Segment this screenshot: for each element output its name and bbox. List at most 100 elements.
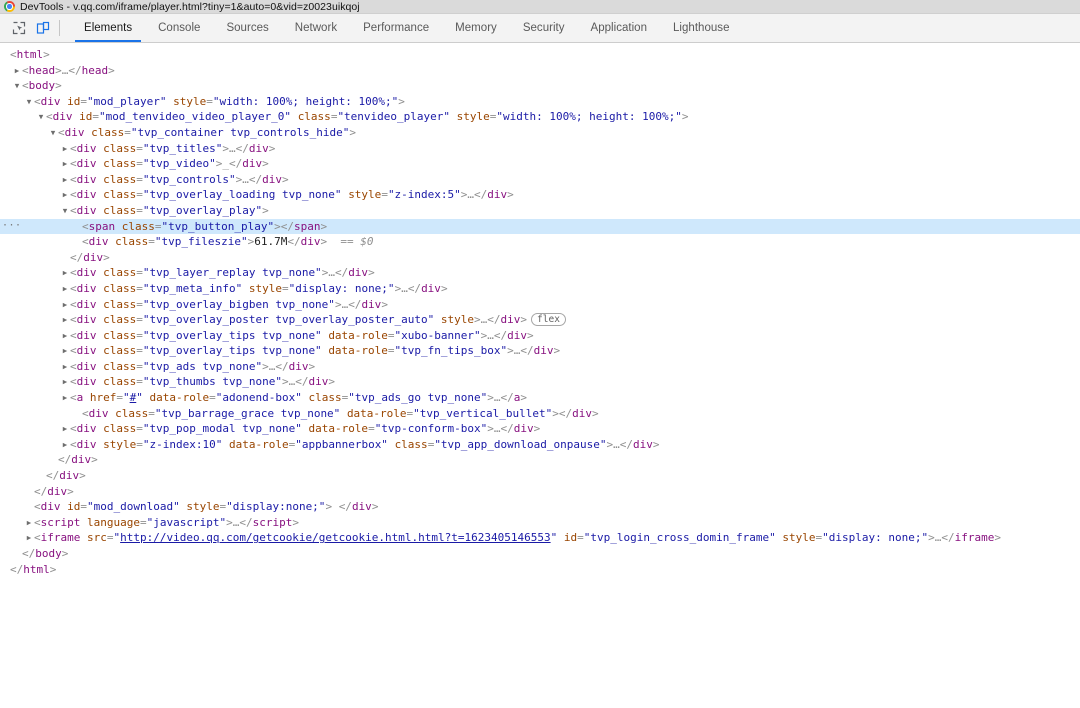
tab-security[interactable]: Security bbox=[510, 14, 578, 42]
chevron-right-icon[interactable]: ▶ bbox=[60, 374, 70, 390]
chevron-right-icon[interactable]: ▶ bbox=[60, 265, 70, 281]
dom-node-markup: <body> bbox=[22, 79, 62, 93]
chevron-right-icon[interactable]: ▶ bbox=[60, 359, 70, 375]
dom-node-row[interactable]: ▶ <div class="tvp_meta_info" style="displ… bbox=[0, 281, 1080, 297]
chevron-right-icon[interactable]: ▶ bbox=[60, 156, 70, 172]
dom-node-markup: <a href="#" data-role="adonend-box" clas… bbox=[70, 391, 528, 405]
chevron-right-icon[interactable]: ▶ bbox=[60, 172, 70, 188]
chevron-right-icon[interactable]: ▶ bbox=[60, 421, 70, 437]
chevron-right-icon[interactable]: ▶ bbox=[60, 343, 70, 359]
dom-node-row[interactable]: ▶ <div class="tvp_controls">…</div> bbox=[0, 172, 1080, 188]
window-title: DevTools - v.qq.com/iframe/player.html?t… bbox=[20, 0, 360, 13]
dom-node-row[interactable]: ▼ <div class="tvp_overlay_play"> bbox=[0, 203, 1080, 219]
chevron-right-icon[interactable]: ▶ bbox=[60, 297, 70, 313]
dom-node-markup: <script language="javascript">…</script> bbox=[34, 515, 299, 529]
dom-tree-panel[interactable]: <html> ▶ <head>…</head> ▼ <body> ▼ <div id="mo… bbox=[0, 43, 1080, 578]
tab-application[interactable]: Application bbox=[578, 14, 660, 42]
chevron-right-icon[interactable]: ▶ bbox=[60, 187, 70, 203]
dom-node-row[interactable]: <html> bbox=[0, 47, 1080, 63]
dom-node-markup: <div class="tvp_fileszie">61.7M</div> ==… bbox=[82, 235, 374, 249]
dom-node-markup: </html> bbox=[10, 562, 57, 576]
dom-node-row[interactable]: ▶ <div class="tvp_thumbs tvp_none">…</div… bbox=[0, 374, 1080, 390]
chrome-logo-icon bbox=[4, 1, 15, 12]
tab-sources[interactable]: Sources bbox=[213, 14, 281, 42]
dom-node-markup: <div class="tvp_pop_modal tvp_none" data… bbox=[70, 422, 541, 436]
devtools-toolbar: Elements Console Sources Network Performance… bbox=[0, 14, 1080, 43]
dom-node-row[interactable]: ▼ <body> bbox=[0, 78, 1080, 94]
dom-node-markup: <iframe src="http://video.qq.com/getcook… bbox=[34, 531, 1001, 545]
dom-node-row[interactable]: </div> bbox=[0, 250, 1080, 266]
dom-node-row[interactable]: ▶ <div class="tvp_overlay_bigben tvp_none… bbox=[0, 297, 1080, 313]
dom-node-row[interactable]: ▶ <div class="tvp_overlay_tips tvp_none" … bbox=[0, 343, 1080, 359]
dom-node-row[interactable]: ▶ <a href="#" data-role="adonend-box" cla… bbox=[0, 390, 1080, 406]
dom-node-row[interactable]: ▶ <div class="tvp_video">_</div> bbox=[0, 156, 1080, 172]
chevron-right-icon[interactable]: ▶ bbox=[12, 63, 22, 79]
chevron-down-icon[interactable]: ▼ bbox=[12, 78, 22, 94]
chevron-right-icon[interactable]: ▶ bbox=[24, 530, 34, 546]
dom-node-row[interactable]: <div id="mod_download" style="display:no… bbox=[0, 499, 1080, 515]
dom-node-markup: <div class="tvp_ads tvp_none">…</div> bbox=[70, 359, 316, 373]
dom-node-row[interactable]: </div> bbox=[0, 484, 1080, 500]
dom-node-markup: <div id="mod_player" style="width: 100%;… bbox=[34, 94, 405, 108]
chevron-right-icon[interactable]: ▶ bbox=[60, 141, 70, 157]
dom-node-row[interactable]: ▶ <div class="tvp_overlay_loading tvp_non… bbox=[0, 187, 1080, 203]
toolbar-buttons bbox=[0, 14, 71, 42]
dom-node-markup: <div class="tvp_overlay_tips tvp_none" d… bbox=[70, 344, 561, 358]
device-toolbar-icon[interactable] bbox=[32, 17, 54, 39]
toolbar-divider bbox=[59, 20, 60, 36]
chevron-down-icon[interactable]: ▼ bbox=[36, 109, 46, 125]
dom-node-row[interactable]: ▶ <div style="z-index:10" data-role="appb… bbox=[0, 437, 1080, 453]
dom-node-markup: <div style="z-index:10" data-role="appba… bbox=[70, 437, 660, 451]
dom-node-row[interactable]: </div> bbox=[0, 468, 1080, 484]
chevron-right-icon[interactable]: ▶ bbox=[60, 328, 70, 344]
dom-node-row[interactable]: <div class="tvp_barrage_grace tvp_none" … bbox=[0, 406, 1080, 422]
dom-node-markup: <html> bbox=[10, 48, 50, 61]
dom-node-markup: <div id="mod_tenvideo_video_player_0" cl… bbox=[46, 110, 689, 124]
tab-memory[interactable]: Memory bbox=[442, 14, 510, 42]
dom-node-markup: <div class="tvp_layer_replay tvp_none">…… bbox=[70, 266, 375, 280]
dom-node-markup: <span class="tvp_button_play"></span> bbox=[82, 219, 328, 233]
dom-node-row[interactable]: ▼ <div id="mod_player" style="width: 100%… bbox=[0, 94, 1080, 110]
chevron-down-icon[interactable]: ▼ bbox=[60, 203, 70, 219]
chevron-down-icon[interactable]: ▼ bbox=[24, 94, 34, 110]
dom-node-row[interactable]: <div class="tvp_fileszie">61.7M</div> ==… bbox=[0, 234, 1080, 250]
dom-node-row[interactable]: ▶ <div class="tvp_overlay_poster tvp_over… bbox=[0, 312, 1080, 328]
dom-node-markup: <div class="tvp_video">_</div> bbox=[70, 157, 269, 171]
dom-node-row[interactable]: ▶ <script language="javascript">…</script… bbox=[0, 515, 1080, 531]
dom-node-row[interactable]: ▶ <div class="tvp_layer_replay tvp_none">… bbox=[0, 265, 1080, 281]
dom-node-row[interactable]: ▶ <iframe src="http://video.qq.com/getcoo… bbox=[0, 530, 1080, 546]
inspect-element-icon[interactable] bbox=[8, 17, 30, 39]
tab-network[interactable]: Network bbox=[282, 14, 350, 42]
dom-node-row[interactable]: </body> bbox=[0, 546, 1080, 562]
dom-node-row[interactable]: ▶ <head>…</head> bbox=[0, 63, 1080, 79]
chevron-right-icon[interactable]: ▶ bbox=[60, 390, 70, 406]
dom-node-row[interactable]: ▶ <div class="tvp_pop_modal tvp_none" dat… bbox=[0, 421, 1080, 437]
dom-node-row[interactable]: ▶ <div class="tvp_ads tvp_none">…</div> bbox=[0, 359, 1080, 375]
node-gutter-dots-icon: ··· bbox=[2, 219, 22, 231]
dom-node-markup: </div> bbox=[70, 250, 110, 264]
dom-node-markup: <div class="tvp_container tvp_controls_h… bbox=[58, 125, 357, 139]
tab-lighthouse[interactable]: Lighthouse bbox=[660, 14, 742, 42]
dom-node-markup: <div class="tvp_overlay_play"> bbox=[70, 203, 269, 217]
panel-tabs: Elements Console Sources Network Performance… bbox=[71, 14, 743, 42]
chevron-right-icon[interactable]: ▶ bbox=[60, 312, 70, 328]
chevron-right-icon[interactable]: ▶ bbox=[60, 281, 70, 297]
tab-elements[interactable]: Elements bbox=[71, 14, 145, 42]
dom-node-row[interactable]: ▶ <div class="tvp_overlay_tips tvp_none" … bbox=[0, 328, 1080, 344]
dom-node-markup: </div> bbox=[58, 453, 98, 467]
tab-console[interactable]: Console bbox=[145, 14, 213, 42]
dom-node-row[interactable]: ··· <span class="tvp_button_play"></span> bbox=[0, 218, 1080, 235]
dom-node-markup: </body> bbox=[22, 547, 69, 560]
dom-node-row[interactable]: ▶ <div class="tvp_titles">…</div> bbox=[0, 141, 1080, 157]
dom-node-markup: <div class="tvp_meta_info" style="displa… bbox=[70, 281, 448, 295]
chevron-right-icon[interactable]: ▶ bbox=[60, 437, 70, 453]
chevron-down-icon[interactable]: ▼ bbox=[48, 125, 58, 141]
tab-performance[interactable]: Performance bbox=[350, 14, 442, 42]
dom-node-row[interactable]: ▼ <div id="mod_tenvideo_video_player_0" c… bbox=[0, 109, 1080, 125]
dom-node-markup: </div> bbox=[46, 469, 86, 483]
dom-node-row[interactable]: ▼ <div class="tvp_container tvp_controls_… bbox=[0, 125, 1080, 141]
dom-node-markup: <div class="tvp_overlay_bigben tvp_none"… bbox=[70, 297, 388, 311]
chevron-right-icon[interactable]: ▶ bbox=[24, 515, 34, 531]
dom-node-row[interactable]: </div> bbox=[0, 452, 1080, 468]
dom-node-row[interactable]: </html> bbox=[0, 562, 1080, 578]
